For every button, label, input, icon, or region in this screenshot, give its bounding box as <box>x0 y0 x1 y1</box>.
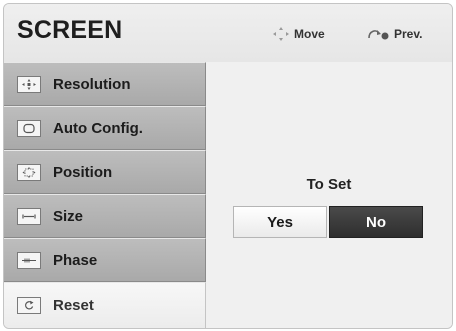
position-icon <box>17 163 41 181</box>
confirm-prompt: To Set <box>306 176 352 193</box>
menu-item-reset[interactable]: Reset <box>4 282 206 328</box>
move-hint-label: Move <box>294 27 325 41</box>
no-button[interactable]: No <box>329 206 423 238</box>
osd-window: SCREEN Move Prev. Resolution Auto Config… <box>3 3 453 329</box>
header-bar: SCREEN Move Prev. <box>4 4 452 63</box>
menu-item-label: Auto Config. <box>53 119 143 137</box>
page-title: SCREEN <box>17 16 123 44</box>
menu-item-label: Position <box>53 163 113 181</box>
move-arrows-icon <box>273 27 289 41</box>
return-arrow-icon <box>368 30 389 40</box>
menu-item-label: Reset <box>53 297 94 314</box>
size-icon <box>17 207 41 225</box>
menu-item-position[interactable]: Position <box>4 150 206 194</box>
reset-confirm-panel: To Set Yes No <box>206 62 452 328</box>
auto-config-icon <box>17 119 41 137</box>
menu-item-label: Phase <box>53 251 98 269</box>
menu-item-label: Resolution <box>53 75 131 93</box>
move-hint: Move <box>272 26 325 42</box>
prev-hint-label: Prev. <box>394 27 423 41</box>
menu-item-phase[interactable]: Phase <box>4 238 206 282</box>
settings-menu: Resolution Auto Config. Position Size Ph… <box>4 62 206 328</box>
reset-icon <box>17 297 41 314</box>
resolution-icon <box>17 75 41 93</box>
menu-item-auto-config[interactable]: Auto Config. <box>4 106 206 150</box>
menu-item-size[interactable]: Size <box>4 194 206 238</box>
yes-button[interactable]: Yes <box>233 206 327 238</box>
prev-hint: Prev. <box>366 26 422 42</box>
menu-item-resolution[interactable]: Resolution <box>4 62 206 106</box>
phase-icon <box>17 251 41 269</box>
menu-item-label: Size <box>53 207 84 225</box>
